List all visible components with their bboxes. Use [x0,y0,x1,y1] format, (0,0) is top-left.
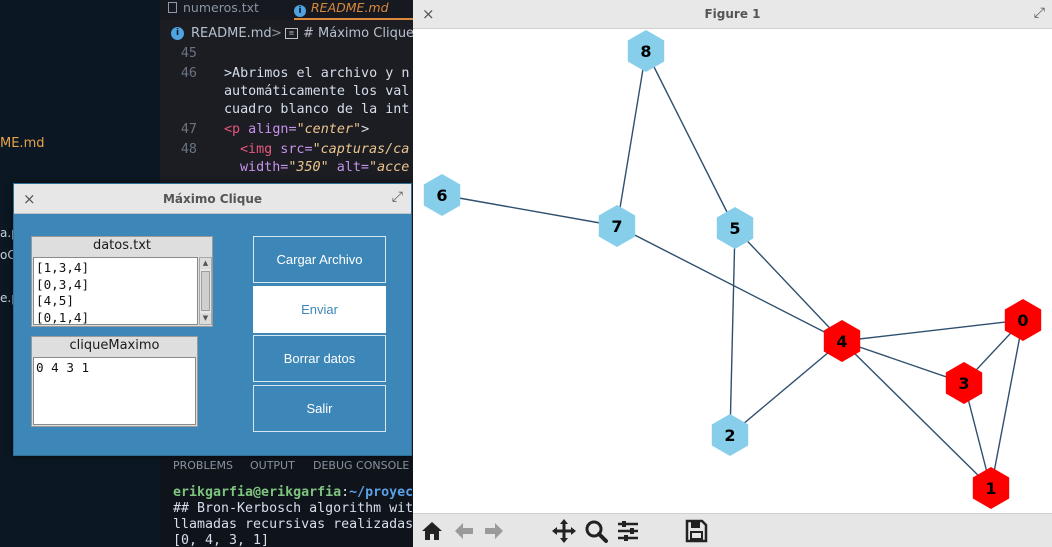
figure-window: × Figure 1 ⤢ 0 1 2 3 4 5 6 7 8 [413,0,1052,547]
tab-label: README.md [311,0,389,15]
bottom-panel: PROBLEMS OUTPUT DEBUG CONSOLE erikgarfia… [160,455,413,547]
datos-panel: datos.txt [1,3,4] [0,3,4] [4,5] [0,1,4] … [31,236,213,327]
forward-arrow-icon[interactable] [481,518,507,544]
save-icon[interactable] [683,518,709,544]
terminal-line: llamadas recursivas realizadas [173,517,414,532]
graph-edge-4-0 [841,319,1024,342]
breadcrumb-file[interactable]: README.md [191,26,272,41]
line-number: 48 [180,142,197,157]
graph-node-1: 1 [972,467,1010,509]
graph-node-label: 7 [611,217,622,236]
line-number: 47 [180,122,197,137]
maximize-icon[interactable]: ⤢ [392,189,403,205]
graph-edge-6-7 [441,194,618,227]
graph-nodes: 0 1 2 3 4 5 6 7 8 [423,30,1042,509]
graph-node-label: 3 [958,374,969,393]
clique-label: cliqueMaximo [69,338,160,353]
info-icon: i [294,5,306,17]
configure-subplots-icon[interactable] [615,518,641,544]
home-icon[interactable] [419,518,445,544]
code-line: automáticamente los val [224,84,410,99]
clique-panel: cliqueMaximo 0 4 3 1 [31,336,198,427]
tab-readme[interactable]: i README.md [294,0,413,20]
graph-edge-5-2 [729,227,736,436]
exit-button[interactable]: Salir [253,385,386,432]
tab-problems[interactable]: PROBLEMS [173,459,233,472]
file-icon [168,2,177,13]
scroll-up-icon[interactable]: ▲ [200,258,211,269]
graph-node-8: 8 [627,30,665,72]
scroll-thumb[interactable] [201,271,210,311]
tab-debug-console[interactable]: DEBUG CONSOLE [313,459,409,472]
scroll-down-icon[interactable]: ▼ [200,313,211,324]
graph-node-label: 5 [729,219,740,238]
code-line: >Abrimos el archivo y n [224,66,410,81]
graph-edge-4-2 [729,340,843,436]
clique-titlebar[interactable]: × Máximo Clique ⤢ [14,184,411,214]
graph-node-5: 5 [716,207,754,249]
info-icon: i [171,27,184,40]
back-arrow-icon[interactable] [451,518,477,544]
code-line: cuadro blanco de la int [224,102,410,117]
terminal-line: ## Bron-Kerbosch algorithm wit [173,501,414,516]
graph-edge-4-3 [841,340,965,384]
graph-node-label: 8 [640,42,651,61]
graph-node-label: 0 [1017,311,1028,330]
datos-label: datos.txt [92,238,152,253]
tab-numeros[interactable]: numeros.txt [168,0,286,20]
graph-node-7: 7 [598,205,636,247]
breadcrumb-section[interactable]: # Máximo Clique [303,26,414,41]
window-title: Máximo Clique [162,192,263,206]
graph-node-4: 4 [823,320,861,362]
window-title: Figure 1 [704,7,761,21]
pan-icon[interactable] [551,518,577,544]
graph-edge-0-1 [990,319,1024,489]
datos-textarea[interactable]: [1,3,4] [0,3,4] [4,5] [0,1,4] [33,257,198,325]
graph-node-label: 2 [724,426,735,445]
tab-label: numeros.txt [183,0,259,15]
datos-scrollbar[interactable]: ▲ ▼ [199,257,212,325]
graph-node-3: 3 [945,362,983,404]
graph-edge-4-1 [841,340,992,489]
breadcrumb: i README.md > ≡ # Máximo Clique [160,24,414,44]
code-line: width="350" alt="acce [240,160,410,175]
clique-textarea[interactable]: 0 4 3 1 [33,357,196,425]
graph-node-6: 6 [423,174,461,216]
graph-edge-5-4 [734,227,843,342]
editor-tabs: numeros.txt i README.md [160,0,413,20]
breadcrumb-separator: > [271,26,282,41]
graph-node-label: 4 [836,332,847,351]
clique-window: × Máximo Clique ⤢ datos.txt [1,3,4] [0,3… [13,183,412,456]
sidebar-file-readme[interactable]: ME.md [0,136,44,151]
code-line: <img src="capturas/ca [240,142,410,157]
terminal-prompt: erikgarfia@erikgarfia:~/proyec [173,485,414,500]
clear-data-button[interactable]: Borrar datos [253,335,386,382]
graph-edge-8-5 [645,50,736,229]
figure-toolbar [413,513,1052,547]
load-file-button[interactable]: Cargar Archivo [253,236,386,283]
graph-node-label: 1 [985,479,996,498]
line-number: 45 [180,46,197,61]
graph-canvas[interactable]: 0 1 2 3 4 5 6 7 8 [413,29,1052,513]
section-icon: ≡ [285,28,298,39]
graph-node-0: 0 [1004,299,1042,341]
graph-edge-8-7 [616,50,647,227]
send-button[interactable]: Enviar [253,286,386,333]
graph-node-2: 2 [711,414,749,456]
code-line: <p align="center"> [224,122,370,137]
tab-output[interactable]: OUTPUT [250,459,295,472]
figure-titlebar[interactable]: × Figure 1 ⤢ [413,0,1052,29]
maximize-icon[interactable]: ⤢ [1034,5,1045,21]
terminal-line: [0, 4, 3, 1] [173,533,270,547]
line-number: 46 [180,66,197,81]
zoom-icon[interactable] [583,518,609,544]
graph-node-label: 6 [436,186,447,205]
